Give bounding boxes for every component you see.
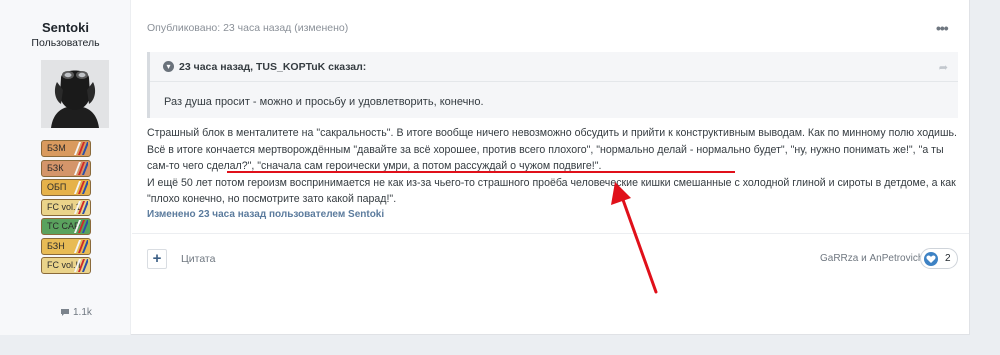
red-arrow-annotation <box>611 182 658 294</box>
